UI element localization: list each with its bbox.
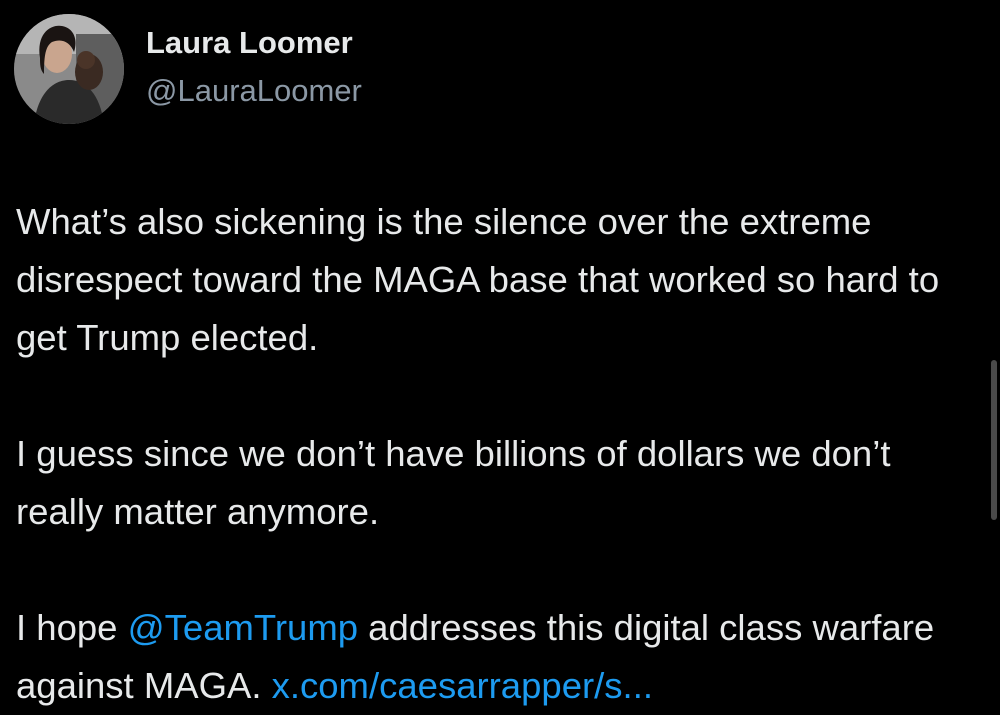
tweet-text: What’s also sickening is the silence ove…	[16, 193, 976, 715]
tweet-paragraph: I guess since we don’t have billions of …	[16, 433, 891, 532]
tweet-text-segment: I hope	[16, 607, 128, 648]
profile-photo-icon	[14, 14, 124, 124]
avatar[interactable]	[14, 14, 124, 124]
author-name[interactable]: Laura Loomer	[146, 25, 353, 61]
tweet-paragraph: What’s also sickening is the silence ove…	[16, 201, 940, 358]
scrollbar[interactable]	[991, 360, 997, 520]
url-link[interactable]: x.com/caesarrapper/s...	[272, 665, 653, 706]
author-handle[interactable]: @LauraLoomer	[146, 73, 362, 109]
tweet-paragraph: I hope @TeamTrump addresses this digital…	[16, 599, 976, 715]
tweet: Laura Loomer @LauraLoomer What’s also si…	[0, 0, 1000, 710]
mention-link[interactable]: @TeamTrump	[128, 607, 358, 648]
